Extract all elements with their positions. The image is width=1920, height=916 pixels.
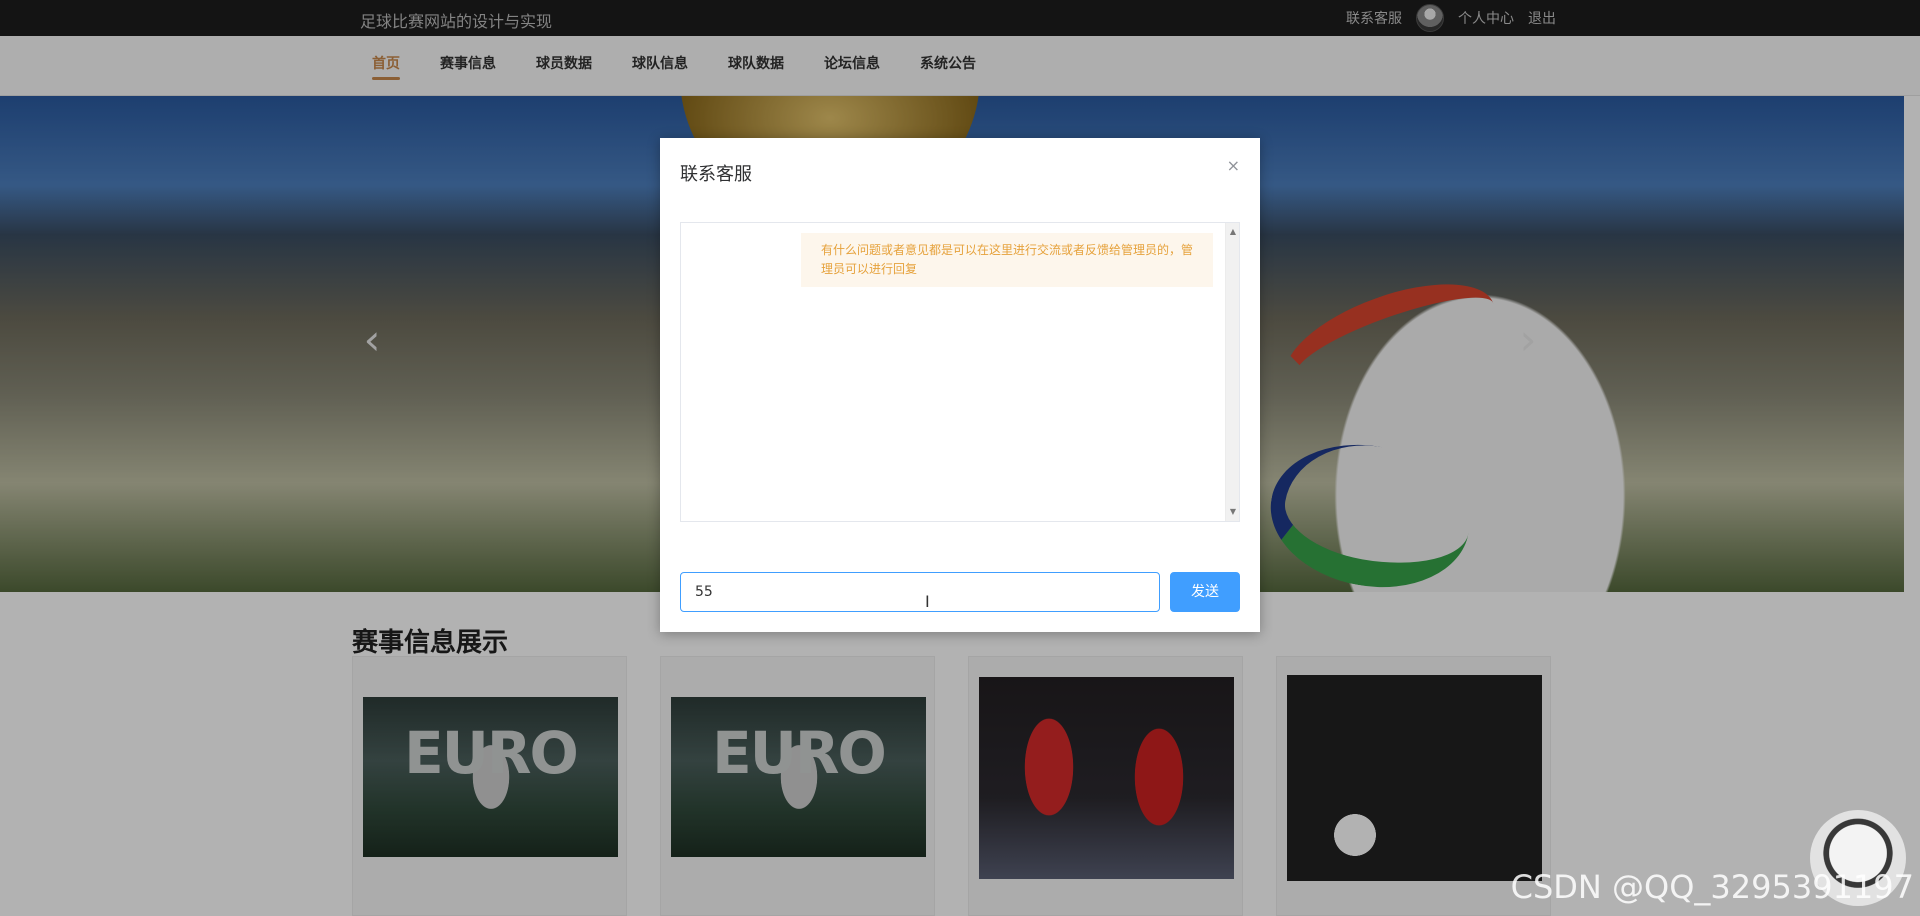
scroll-down-icon[interactable]: ▼ — [1226, 505, 1240, 519]
chat-scrollbar[interactable]: ▲ ▼ — [1225, 223, 1239, 521]
scroll-up-icon[interactable]: ▲ — [1226, 225, 1240, 239]
text-cursor-icon: I — [925, 592, 930, 611]
contact-dialog: 联系客服 × 有什么问题或者意见都是可以在这里进行交流或者反馈给管理员的，管理员… — [660, 138, 1260, 632]
chat-message: 有什么问题或者意见都是可以在这里进行交流或者反馈给管理员的，管理员可以进行回复 — [801, 233, 1213, 287]
watermark: CSDN @QQ_3295391197 — [1510, 868, 1914, 906]
close-icon[interactable]: × — [1227, 156, 1240, 175]
chat-history[interactable]: 有什么问题或者意见都是可以在这里进行交流或者反馈给管理员的，管理员可以进行回复 … — [680, 222, 1240, 522]
send-button[interactable]: 发送 — [1170, 572, 1240, 612]
message-input-value: 55 — [695, 584, 713, 600]
message-input[interactable]: 55 I — [680, 572, 1160, 612]
dialog-title: 联系客服 — [680, 164, 752, 185]
